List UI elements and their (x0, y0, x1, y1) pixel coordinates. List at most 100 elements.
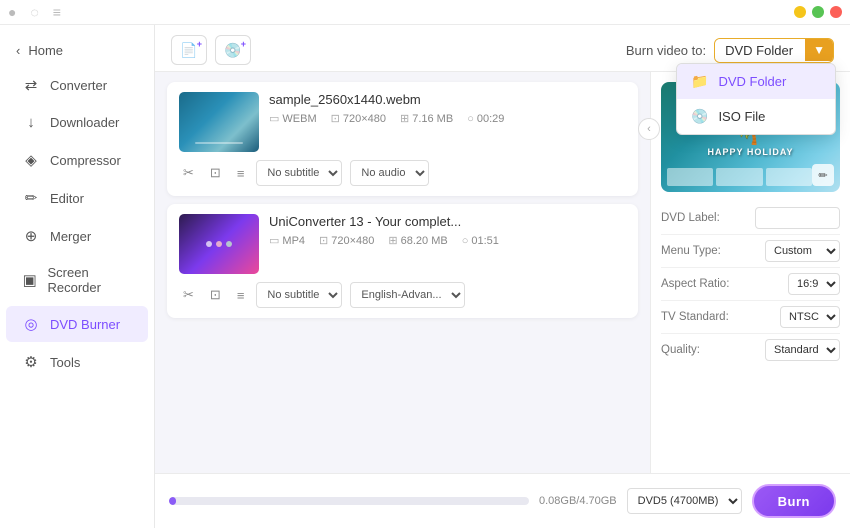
dvd-label-input[interactable] (755, 207, 840, 229)
dropdown-item-iso-file[interactable]: 💿 ISO File (677, 99, 835, 134)
crop-btn-2[interactable]: ⊡ (206, 285, 225, 305)
sidebar-item-converter[interactable]: ⇄ Converter (6, 67, 148, 103)
dropdown-item-dvd-folder[interactable]: 📁 DVD Folder (677, 64, 835, 99)
format-icon-1: ▭ (269, 112, 279, 125)
close-button[interactable] (830, 6, 842, 18)
file-resolution-2: ⊡ 720×480 (319, 234, 374, 247)
preview-title: HAPPY HOLIDAY (707, 147, 793, 157)
add-dvd-icon: 💿 (224, 42, 241, 59)
more-btn-2[interactable]: ≡ (233, 286, 249, 305)
subtitle-select-1[interactable]: No subtitle (256, 160, 342, 186)
burn-button[interactable]: Burn (752, 484, 836, 518)
file-info-2: UniConverter 13 - Your complet... ▭ MP4 … (269, 214, 626, 247)
add-file-plus: + (197, 39, 202, 49)
file-format-1: ▭ WEBM (269, 112, 317, 125)
preview-mini-1 (667, 168, 713, 186)
tv-standard-select[interactable]: NTSC PAL (780, 306, 840, 328)
file-size-1: ⊞ 7.16 MB (400, 112, 453, 125)
quality-label: Quality: (661, 344, 700, 356)
menu-type-row: Menu Type: No Menu Custom Classic Modern (661, 235, 840, 268)
sidebar-label-tools: Tools (50, 355, 80, 370)
thumbnail-1 (179, 92, 259, 152)
sidebar-label-downloader: Downloader (50, 115, 119, 130)
home-label: Home (28, 43, 63, 58)
file-card-bottom-2: ✂ ⊡ ≡ No subtitle English-Advan... (179, 282, 626, 308)
panel-toggle-button[interactable]: ‹ (638, 118, 660, 140)
thumbnail-2 (179, 214, 259, 274)
preview-mini-2 (716, 168, 762, 186)
cut-btn-1[interactable]: ✂ (179, 163, 198, 183)
aspect-ratio-row: Aspect Ratio: 4:3 16:9 (661, 268, 840, 301)
compressor-icon: ◈ (22, 151, 40, 169)
dvd-burner-icon: ◎ (22, 315, 40, 333)
menu-type-select[interactable]: No Menu Custom Classic Modern (765, 240, 840, 262)
burn-to-bar: Burn video to: DVD Folder ▼ (626, 38, 834, 63)
sidebar-label-screen-recorder: Screen Recorder (47, 265, 132, 295)
format-icon-2: ▭ (269, 234, 279, 247)
preview-edit-button[interactable]: ✏ (812, 164, 834, 186)
converter-icon: ⇄ (22, 76, 40, 94)
sidebar-back[interactable]: ‹ Home (0, 35, 154, 66)
burn-to-label: Burn video to: (626, 43, 706, 58)
audio-select-2[interactable]: English-Advan... (350, 282, 465, 308)
downloader-icon: ↓ (22, 114, 40, 131)
menu-icon: ≡ (53, 4, 61, 20)
file-card-1: sample_2560x1440.webm ▭ WEBM ⊡ 720×480 (167, 82, 638, 196)
editor-icon: ✏ (22, 189, 40, 207)
quality-row: Quality: Standard High Ultra (661, 334, 840, 366)
folder-icon: 📁 (691, 73, 708, 90)
sidebar-item-tools[interactable]: ⚙ Tools (6, 344, 148, 380)
toolbar: 📄 + 💿 + (171, 35, 251, 65)
burn-to-dropdown[interactable]: DVD Folder ▼ (714, 38, 834, 63)
sidebar-item-dvd-burner[interactable]: ◎ DVD Burner (6, 306, 148, 342)
progress-bar-container (169, 497, 529, 505)
disc-type-select[interactable]: DVD5 (4700MB) DVD9 (8500MB) (627, 488, 742, 514)
duration-icon-1: ○ (467, 113, 474, 125)
burn-to-arrow-button[interactable]: ▼ (805, 39, 833, 61)
file-card-2: UniConverter 13 - Your complet... ▭ MP4 … (167, 204, 638, 318)
sidebar-item-merger[interactable]: ⊕ Merger (6, 218, 148, 254)
audio-select-1[interactable]: No audio (350, 160, 429, 186)
more-btn-1[interactable]: ≡ (233, 164, 249, 183)
file-meta-2: ▭ MP4 ⊡ 720×480 ⊞ 68.20 (269, 234, 626, 247)
add-file-icon: 📄 (180, 42, 197, 59)
sidebar-item-compressor[interactable]: ◈ Compressor (6, 142, 148, 178)
aspect-ratio-select[interactable]: 4:3 16:9 (788, 273, 840, 295)
file-name-1: sample_2560x1440.webm (269, 92, 626, 107)
quality-select[interactable]: Standard High Ultra (765, 339, 840, 361)
dvd-label-label: DVD Label: (661, 212, 720, 224)
iso-icon: 💿 (691, 108, 708, 125)
file-duration-2: ○ 01:51 (462, 234, 499, 247)
sidebar-item-screen-recorder[interactable]: ▣ Screen Recorder (6, 256, 148, 304)
back-icon: ‹ (16, 43, 20, 58)
file-list: sample_2560x1440.webm ▭ WEBM ⊡ 720×480 (155, 72, 650, 473)
tools-icon: ⚙ (22, 353, 40, 371)
dropdown-label-dvd-folder: DVD Folder (718, 74, 786, 89)
sidebar-item-editor[interactable]: ✏ Editor (6, 180, 148, 216)
progress-bar-fill (169, 497, 176, 505)
maximize-button[interactable] (812, 6, 824, 18)
sidebar-item-downloader[interactable]: ↓ Downloader (6, 105, 148, 140)
add-dvd-button[interactable]: 💿 + (215, 35, 251, 65)
cut-btn-2[interactable]: ✂ (179, 285, 198, 305)
subtitle-select-2[interactable]: No subtitle (256, 282, 342, 308)
menu-type-label: Menu Type: (661, 245, 721, 257)
add-file-button[interactable]: 📄 + (171, 35, 207, 65)
user-icon: ● (8, 4, 16, 20)
file-info-1: sample_2560x1440.webm ▭ WEBM ⊡ 720×480 (269, 92, 626, 125)
sidebar-label-merger: Merger (50, 229, 91, 244)
minimize-button[interactable] (794, 6, 806, 18)
bell-icon: ◌ (30, 4, 38, 20)
sidebar-label-converter: Converter (50, 78, 107, 93)
file-card-top-1: sample_2560x1440.webm ▭ WEBM ⊡ 720×480 (179, 92, 626, 152)
file-format-2: ▭ MP4 (269, 234, 305, 247)
tv-standard-label: TV Standard: (661, 311, 729, 323)
file-card-top-2: UniConverter 13 - Your complet... ▭ MP4 … (179, 214, 626, 274)
sidebar: ‹ Home ⇄ Converter ↓ Downloader ◈ Compre… (0, 25, 155, 528)
res-icon-2: ⊡ (319, 234, 328, 247)
file-resolution-1: ⊡ 720×480 (331, 112, 386, 125)
preview-mini-3 (766, 168, 812, 186)
sidebar-label-compressor: Compressor (50, 153, 121, 168)
file-duration-1: ○ 00:29 (467, 112, 504, 125)
crop-btn-1[interactable]: ⊡ (206, 163, 225, 183)
